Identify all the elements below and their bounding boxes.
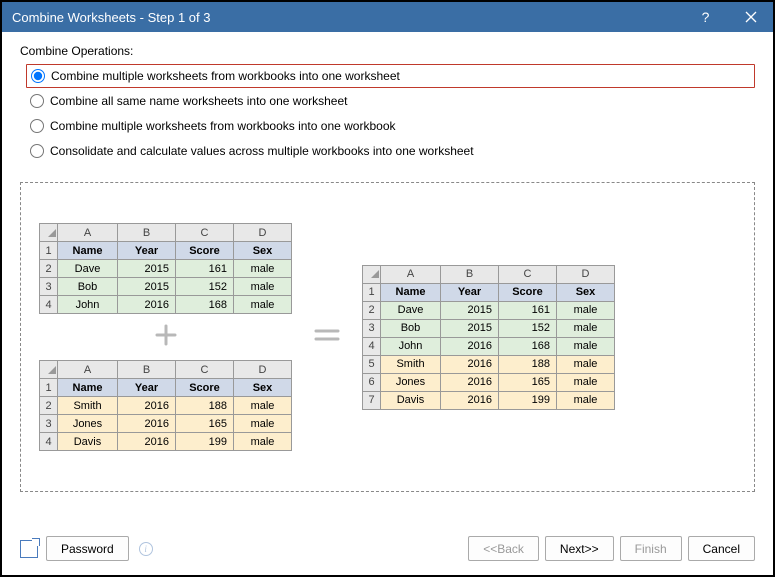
- source-table-2: A B C D 1 Name Year Score Sex 2Smith2016…: [39, 360, 292, 451]
- open-external-icon[interactable]: [20, 540, 38, 558]
- titlebar: Combine Worksheets - Step 1 of 3 ?: [2, 2, 773, 32]
- radio-3[interactable]: [30, 144, 44, 158]
- result-table: A B C D 1 Name Year Score Sex 2Dave20151…: [362, 265, 615, 410]
- radio-1[interactable]: [30, 94, 44, 108]
- finish-button[interactable]: Finish: [620, 536, 682, 561]
- window-title: Combine Worksheets - Step 1 of 3: [12, 10, 683, 25]
- cancel-button[interactable]: Cancel: [688, 536, 755, 561]
- left-tables-stack: A B C D 1 Name Year Score Sex 2Dave20151…: [39, 223, 292, 451]
- info-icon[interactable]: i: [139, 542, 153, 556]
- dialog-content: Combine Operations: Combine multiple wor…: [2, 32, 773, 526]
- radio-2[interactable]: [30, 119, 44, 133]
- next-button[interactable]: Next>>: [545, 536, 614, 561]
- option-consolidate-calculate[interactable]: Consolidate and calculate values across …: [26, 139, 755, 163]
- close-icon: [745, 11, 757, 23]
- option-same-name-worksheets[interactable]: Combine all same name worksheets into on…: [26, 89, 755, 113]
- preview-illustration: A B C D 1 Name Year Score Sex 2Dave20151…: [20, 182, 755, 492]
- source-table-1: A B C D 1 Name Year Score Sex 2Dave20151…: [39, 223, 292, 314]
- bottom-bar: Password i <<Back Next>> Finish Cancel: [2, 526, 773, 575]
- equals-icon: [312, 325, 342, 349]
- plus-icon: [153, 322, 179, 352]
- radio-3-label: Consolidate and calculate values across …: [50, 144, 474, 158]
- radio-1-label: Combine all same name worksheets into on…: [50, 94, 347, 108]
- radio-2-label: Combine multiple worksheets from workboo…: [50, 119, 396, 133]
- back-button[interactable]: <<Back: [468, 536, 539, 561]
- option-into-one-workbook[interactable]: Combine multiple worksheets from workboo…: [26, 114, 755, 138]
- close-button[interactable]: [728, 2, 773, 32]
- combine-options-group: Combine multiple worksheets from workboo…: [26, 64, 755, 164]
- radio-0-label: Combine multiple worksheets from workboo…: [51, 69, 400, 83]
- option-combine-into-one-worksheet[interactable]: Combine multiple worksheets from workboo…: [26, 64, 755, 88]
- password-button[interactable]: Password: [46, 536, 129, 561]
- section-label: Combine Operations:: [20, 44, 755, 58]
- help-button[interactable]: ?: [683, 2, 728, 32]
- radio-0[interactable]: [31, 69, 45, 83]
